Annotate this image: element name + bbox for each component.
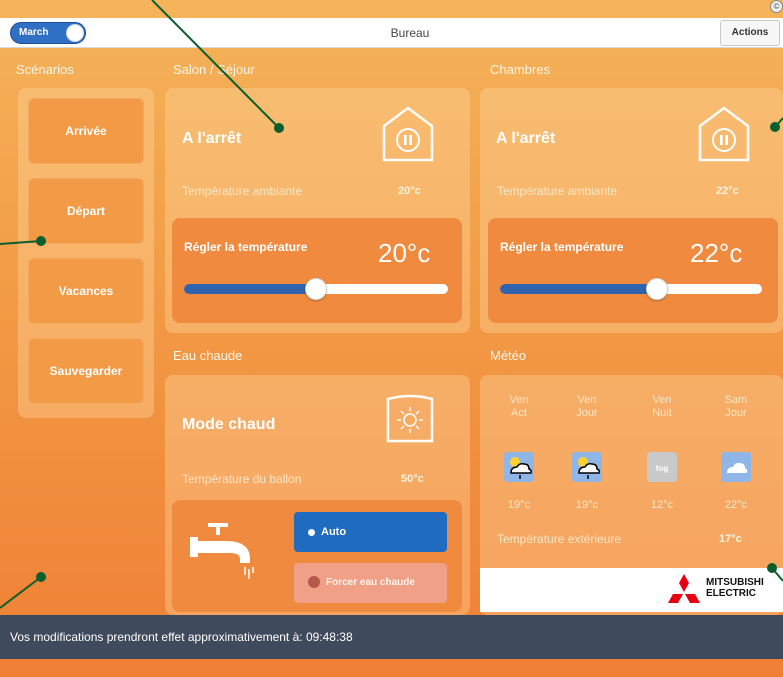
sun-mode-icon[interactable] xyxy=(384,393,436,447)
fog-icon: fog xyxy=(647,452,677,482)
salon-setpoint-box: Régler la température 20°c xyxy=(172,218,462,323)
brand-logo-text: MITSUBISHI ELECTRIC xyxy=(706,577,764,599)
chambres-state: A l'arrêt xyxy=(496,130,556,147)
auto-label: Auto xyxy=(321,526,347,538)
chambres-slider-fill xyxy=(500,284,657,294)
forecast-temp: 19°c xyxy=(575,499,599,511)
salon-title: Salon / Séjour xyxy=(173,62,255,77)
day-line2: Jour xyxy=(725,407,747,419)
chambres-slider-handle[interactable] xyxy=(646,278,668,300)
auto-button[interactable]: Auto xyxy=(294,512,447,552)
day-line1: Sam xyxy=(724,394,748,406)
eau-title: Eau chaude xyxy=(173,348,243,363)
scenario-vacances-button[interactable]: Vacances xyxy=(28,258,144,324)
water-tap-icon xyxy=(190,523,254,579)
salon-ambient-value: 20°c xyxy=(398,185,421,197)
mitsubishi-diamonds-logo xyxy=(668,574,700,603)
toggle-label: March xyxy=(19,27,49,38)
salon-ambient-label: Température ambiante xyxy=(182,184,303,198)
brand-line1: MITSUBISHI xyxy=(706,577,764,588)
brand-line2: ELECTRIC xyxy=(706,588,756,599)
status-footer: Vos modifications prendront effet approx… xyxy=(0,615,783,659)
scenario-sauvegarder-button[interactable]: Sauvegarder xyxy=(28,338,144,404)
day-line2: Act xyxy=(511,407,527,419)
day-line1: Ven xyxy=(509,394,529,406)
forecast-temp: 22°c xyxy=(724,499,748,511)
actions-button[interactable]: Actions xyxy=(720,20,780,46)
meteo-title: Météo xyxy=(490,348,527,363)
march-toggle[interactable]: March xyxy=(10,22,86,44)
eau-tank-value: 50°c xyxy=(401,473,424,485)
chambres-ambient-label: Température ambiante xyxy=(497,184,618,198)
sun-cloud-rain-icon xyxy=(572,452,602,482)
force-radio-dot xyxy=(308,576,320,589)
salon-slider-fill xyxy=(184,284,316,294)
chambres-title: Chambres xyxy=(490,62,550,77)
chambres-setpoint-box: Régler la température 22°c xyxy=(488,218,778,323)
scenario-arrivee-button[interactable]: Arrivée xyxy=(28,98,144,164)
top-bar: March Bureau Actions xyxy=(0,18,783,48)
annotation-dot xyxy=(36,572,46,582)
force-label: Forcer eau chaude xyxy=(326,577,415,588)
page-title: Bureau xyxy=(390,26,430,40)
salon-set-value: 20°c xyxy=(378,238,431,268)
chambres-ambient-value: 22°c xyxy=(716,185,739,197)
house-pause-icon[interactable] xyxy=(696,104,752,164)
forecast-temp: 19°c xyxy=(507,499,531,511)
toggle-knob[interactable] xyxy=(66,24,84,42)
scenario-depart-button[interactable]: Départ xyxy=(28,178,144,244)
salon-state: A l'arrêt xyxy=(182,130,242,147)
cloud-icon xyxy=(721,452,751,482)
scenarios-title: Scénarios xyxy=(16,62,74,77)
salon-slider-handle[interactable] xyxy=(305,278,327,300)
eau-tank-label: Température du ballon xyxy=(182,472,302,486)
chambres-set-label: Régler la température xyxy=(500,240,624,254)
salon-temperature-slider[interactable] xyxy=(184,278,448,300)
chambres-set-value: 22°c xyxy=(690,238,743,268)
actions-badge: © xyxy=(770,0,783,13)
house-pause-icon[interactable] xyxy=(380,104,436,164)
outdoor-temp-label: Température extérieure xyxy=(497,532,622,546)
sun-cloud-rain-icon xyxy=(504,452,534,482)
fog-text: fog xyxy=(656,464,669,473)
annotation-pointer xyxy=(0,576,42,609)
day-line1: Ven xyxy=(577,394,597,406)
day-label: Sam Jour xyxy=(716,394,756,420)
eau-mode: Mode chaud xyxy=(182,416,276,433)
brand-strip: MITSUBISHI ELECTRIC xyxy=(480,568,783,612)
auto-radio-dot xyxy=(308,528,315,536)
salon-set-label: Régler la température xyxy=(184,240,308,254)
day-label: Ven Act xyxy=(499,394,539,420)
day-label: Ven Jour xyxy=(567,394,607,420)
day-line2: Jour xyxy=(576,407,598,419)
day-line2: Nuit xyxy=(652,407,672,419)
forecast-temp: 12°c xyxy=(650,499,674,511)
force-hot-water-button[interactable]: Forcer eau chaude xyxy=(294,563,447,603)
chambres-temperature-slider[interactable] xyxy=(500,278,762,300)
day-label: Ven Nuit xyxy=(642,394,682,420)
day-line1: Ven xyxy=(652,394,672,406)
outdoor-temp-value: 17°c xyxy=(719,533,742,545)
scenarios-panel: Arrivée Départ Vacances Sauvegarder xyxy=(18,88,154,418)
